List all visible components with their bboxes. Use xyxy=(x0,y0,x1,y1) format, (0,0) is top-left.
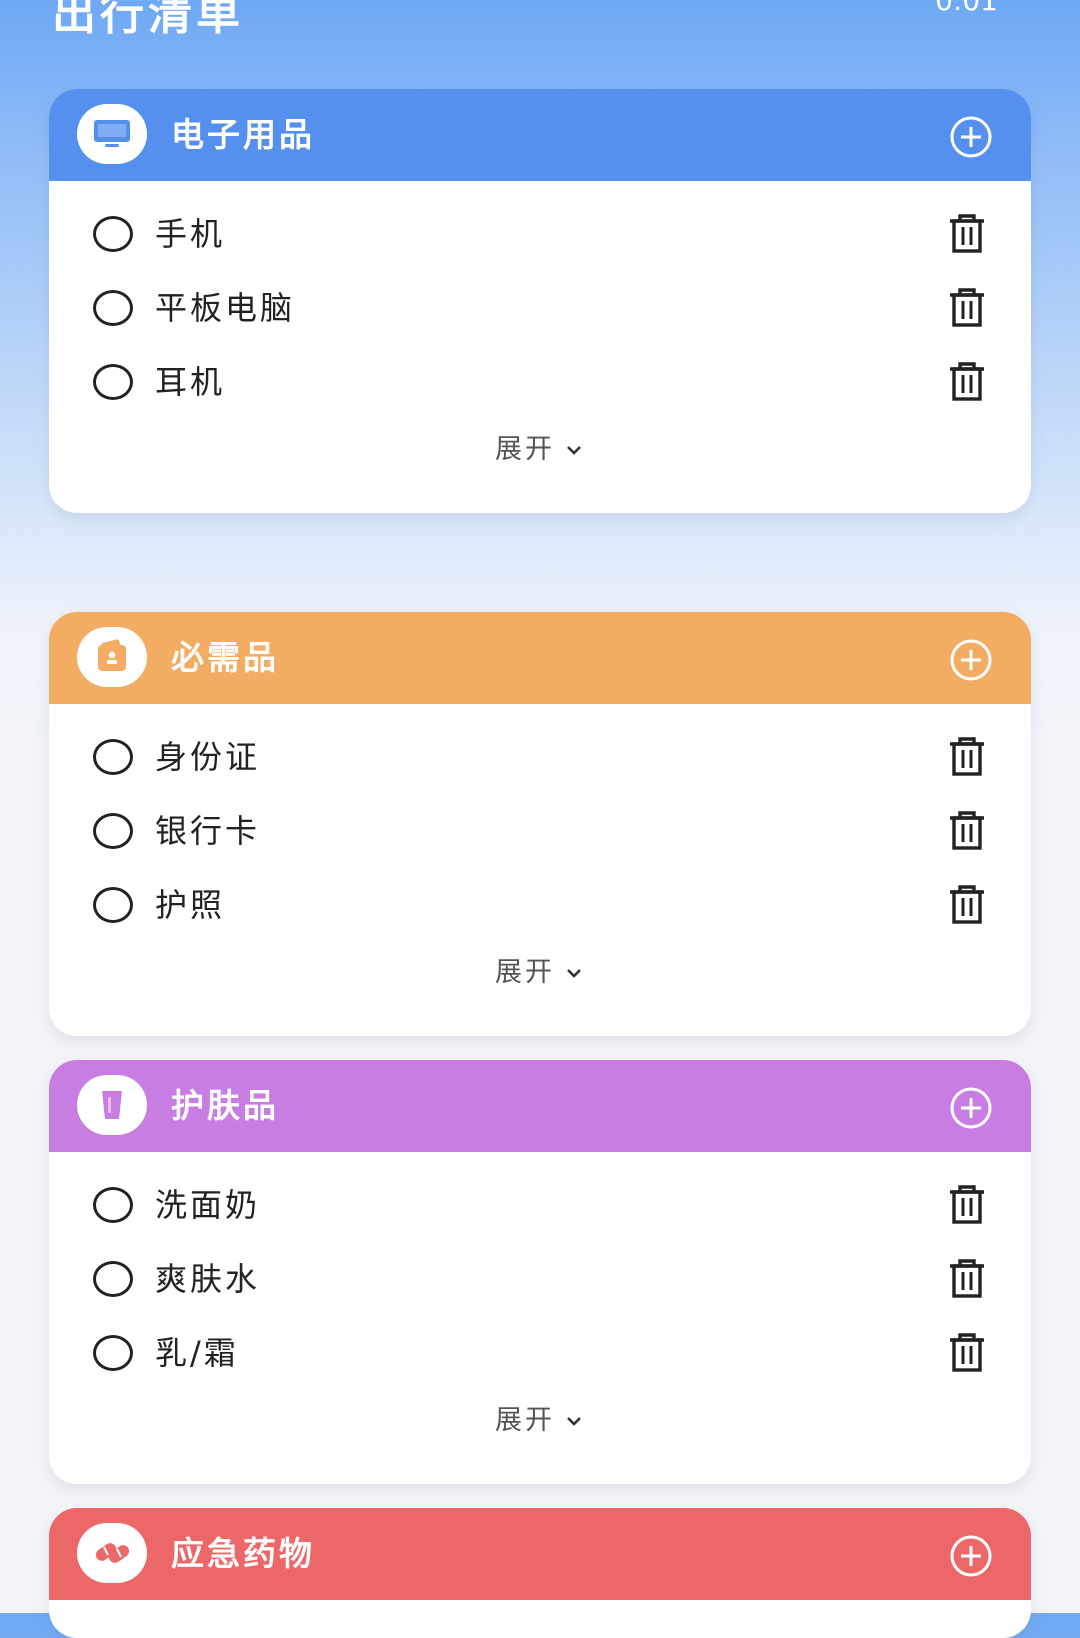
list-item: 耳机 xyxy=(49,347,1031,421)
add-item-icon[interactable] xyxy=(949,1086,993,1130)
category-card-essentials: 必需品 身份证 银行卡 护照 展开 xyxy=(49,612,1031,1036)
check-circle[interactable] xyxy=(93,1261,133,1297)
chevron-down-icon xyxy=(567,969,581,978)
check-circle[interactable] xyxy=(93,290,133,326)
chevron-down-icon xyxy=(567,446,581,455)
item-label: 乳/霜 xyxy=(155,1334,239,1372)
category-header: 必需品 xyxy=(49,612,1031,704)
category-header: 电子用品 xyxy=(49,89,1031,181)
list-item: 爽肤水 xyxy=(49,1244,1031,1318)
category-title: 必需品 xyxy=(171,638,279,677)
item-label: 洗面奶 xyxy=(155,1186,261,1224)
item-label: 耳机 xyxy=(155,363,226,401)
chevron-down-icon xyxy=(567,1417,581,1426)
check-circle[interactable] xyxy=(93,216,133,252)
item-label: 身份证 xyxy=(155,738,261,776)
trash-icon[interactable] xyxy=(947,735,987,777)
item-label: 平板电脑 xyxy=(155,289,296,327)
trash-icon[interactable] xyxy=(947,286,987,328)
expand-label: 展开 xyxy=(495,957,555,988)
category-title: 应急药物 xyxy=(171,1534,315,1573)
trash-icon[interactable] xyxy=(947,212,987,254)
trash-icon[interactable] xyxy=(947,883,987,925)
category-card-skincare: 护肤品 洗面奶 爽肤水 乳/霜 展开 xyxy=(49,1060,1031,1484)
item-label: 手机 xyxy=(155,215,226,253)
category-title: 护肤品 xyxy=(171,1086,279,1125)
expand-label: 展开 xyxy=(495,1405,555,1436)
expand-button[interactable]: 展开 xyxy=(49,421,1031,513)
category-header: 护肤品 xyxy=(49,1060,1031,1152)
list-item: 平板电脑 xyxy=(49,273,1031,347)
category-card-electronics: 电子用品 手机 平板电脑 耳机 展开 xyxy=(49,89,1031,513)
expand-button[interactable]: 展开 xyxy=(49,1392,1031,1484)
list-item: 洗面奶 xyxy=(49,1170,1031,1244)
trash-icon[interactable] xyxy=(947,809,987,851)
item-label: 爽肤水 xyxy=(155,1260,261,1298)
category-title: 电子用品 xyxy=(171,115,315,154)
add-item-icon[interactable] xyxy=(949,638,993,682)
check-circle[interactable] xyxy=(93,887,133,923)
check-circle[interactable] xyxy=(93,813,133,849)
cup-icon xyxy=(77,1075,147,1135)
id-card-icon xyxy=(77,627,147,687)
expand-label: 展开 xyxy=(495,434,555,465)
list-item: 护照 xyxy=(49,870,1031,944)
item-label: 护照 xyxy=(155,886,226,924)
page-title: 出行清单 xyxy=(52,0,244,40)
list-item: 手机 xyxy=(49,199,1031,273)
category-header: 应急药物 xyxy=(49,1508,1031,1600)
trash-icon[interactable] xyxy=(947,1183,987,1225)
check-circle[interactable] xyxy=(93,1187,133,1223)
trash-icon[interactable] xyxy=(947,1331,987,1373)
pills-icon xyxy=(77,1523,147,1583)
top-right-text: 0:01 xyxy=(935,0,998,17)
trash-icon[interactable] xyxy=(947,1257,987,1299)
check-circle[interactable] xyxy=(93,739,133,775)
add-item-icon[interactable] xyxy=(949,1534,993,1578)
category-card-medicine: 应急药物 xyxy=(49,1508,1031,1638)
list-item: 银行卡 xyxy=(49,796,1031,870)
expand-button[interactable]: 展开 xyxy=(49,944,1031,1036)
add-item-icon[interactable] xyxy=(949,115,993,159)
list-item: 乳/霜 xyxy=(49,1318,1031,1392)
item-label: 银行卡 xyxy=(155,812,261,850)
monitor-icon xyxy=(77,104,147,164)
list-item: 身份证 xyxy=(49,722,1031,796)
check-circle[interactable] xyxy=(93,364,133,400)
trash-icon[interactable] xyxy=(947,360,987,402)
check-circle[interactable] xyxy=(93,1335,133,1371)
